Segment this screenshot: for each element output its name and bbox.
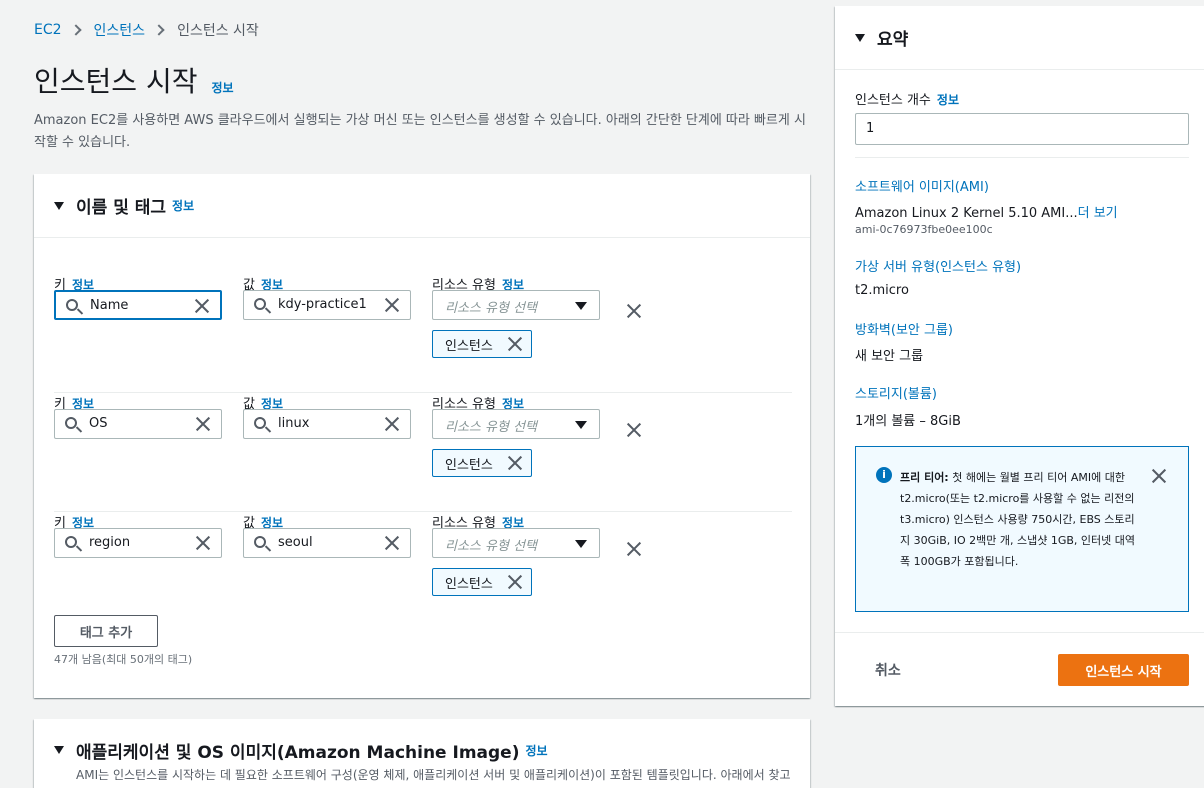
ami-description: AMI는 인스턴스를 시작하는 데 필요한 소프트웨어 구성(운영 체제, 애플… bbox=[76, 768, 791, 782]
page-info-link[interactable]: 정보 bbox=[211, 79, 233, 96]
page-title: 인스턴스 시작 bbox=[34, 65, 198, 98]
tag-key-input[interactable]: OS bbox=[54, 409, 222, 439]
instance-count-info-link[interactable]: 정보 bbox=[937, 93, 959, 107]
ami-more-link[interactable]: 더 보기 bbox=[1078, 206, 1118, 221]
token-remove-icon[interactable] bbox=[507, 455, 523, 471]
breadcrumb-ec2[interactable]: EC2 bbox=[34, 22, 62, 38]
name-and-tags-info-link[interactable]: 정보 bbox=[172, 197, 194, 214]
tag-row: 키 정보 region 값 정보 seoul 리소스 유형 정보 리소스 유형 선택 … bbox=[54, 512, 792, 631]
firewall-link[interactable]: 방화벽(보안 그룹) bbox=[855, 319, 953, 338]
ami-summary-link[interactable]: 소프트웨어 이미지(AMI) bbox=[855, 176, 989, 195]
caret-down-icon bbox=[575, 540, 587, 548]
token-label: 인스턴스 bbox=[445, 576, 493, 592]
summary-panel: 요약 인스턴스 개수 정보 1 소프트웨어 이미지(AMI) Amazon Lin… bbox=[835, 6, 1204, 706]
clear-icon[interactable] bbox=[384, 297, 400, 313]
instance-type-link[interactable]: 가상 서버 유형(인스턴스 유형) bbox=[855, 256, 1021, 275]
token-remove-icon[interactable] bbox=[507, 574, 523, 590]
launch-instance-button[interactable]: 인스턴스 시작 bbox=[1058, 654, 1189, 686]
cancel-button[interactable]: 취소 bbox=[875, 660, 901, 680]
clear-icon[interactable] bbox=[194, 298, 210, 314]
tag-value-value: kdy-practice1 bbox=[278, 297, 367, 312]
firewall-value: 새 보안 그룹 bbox=[855, 349, 924, 364]
breadcrumb: EC2 인스턴스 인스턴스 시작 bbox=[34, 20, 259, 40]
instance-type-value: t2.micro bbox=[855, 283, 909, 298]
clear-icon[interactable] bbox=[195, 416, 211, 432]
resource-type-select[interactable]: 리소스 유형 선택 bbox=[432, 290, 600, 320]
remove-tag-icon[interactable] bbox=[626, 422, 642, 438]
caret-down-icon[interactable] bbox=[54, 201, 64, 210]
page-header: 인스턴스 시작 정보 bbox=[34, 64, 234, 100]
add-tag-button[interactable]: 태그 추가 bbox=[54, 615, 158, 647]
tag-key-value: region bbox=[89, 535, 131, 550]
tag-value-value: linux bbox=[278, 416, 310, 431]
search-icon bbox=[65, 536, 77, 548]
ami-summary-value: Amazon Linux 2 Kernel 5.10 AMI...더 보기 bbox=[855, 206, 1118, 221]
info-icon: i bbox=[876, 467, 892, 483]
divider bbox=[835, 632, 1204, 633]
search-icon bbox=[254, 536, 266, 548]
breadcrumb-current: 인스턴스 시작 bbox=[177, 23, 259, 39]
ami-info-link[interactable]: 정보 bbox=[525, 742, 547, 759]
tag-key-value: Name bbox=[90, 298, 129, 313]
tags-remaining-hint: 47개 남음(최대 50개의 태그) bbox=[54, 653, 193, 666]
close-icon[interactable] bbox=[1151, 468, 1167, 484]
resource-type-token: 인스턴스 bbox=[432, 449, 532, 477]
search-icon bbox=[254, 298, 266, 310]
tag-value-value: seoul bbox=[278, 535, 313, 550]
token-label: 인스턴스 bbox=[445, 338, 493, 354]
resource-type-token: 인스턴스 bbox=[432, 330, 532, 358]
divider bbox=[855, 157, 1189, 158]
free-tier-alert: i 프리 티어: 첫 해에는 월별 프리 티어 AMI에 대한 t2.micro… bbox=[855, 446, 1189, 612]
token-label: 인스턴스 bbox=[445, 457, 493, 473]
summary-header[interactable]: 요약 bbox=[835, 6, 1204, 70]
resource-type-select[interactable]: 리소스 유형 선택 bbox=[432, 409, 600, 439]
name-and-tags-header[interactable]: 이름 및 태그 정보 bbox=[34, 174, 810, 238]
resource-type-placeholder: 리소스 유형 선택 bbox=[445, 420, 537, 435]
instance-count-input[interactable]: 1 bbox=[855, 113, 1189, 145]
tag-key-value: OS bbox=[89, 416, 108, 431]
search-icon bbox=[66, 299, 78, 311]
clear-icon[interactable] bbox=[384, 416, 400, 432]
free-tier-text: 프리 티어: 첫 해에는 월별 프리 티어 AMI에 대한 t2.micro(또… bbox=[900, 471, 1135, 568]
page-description: Amazon EC2를 사용하면 AWS 클라우드에서 실행되는 가상 머신 또… bbox=[34, 113, 806, 150]
tag-value-input[interactable]: linux bbox=[243, 409, 411, 439]
storage-value: 1개의 볼륨 – 8GiB bbox=[855, 414, 961, 429]
clear-icon[interactable] bbox=[384, 535, 400, 551]
name-and-tags-panel: 이름 및 태그 정보 키 정보 Name 값 정보 kdy-practice1 리소… bbox=[34, 174, 810, 698]
tag-value-input[interactable]: kdy-practice1 bbox=[243, 290, 411, 320]
storage-link[interactable]: 스토리지(볼륨) bbox=[855, 383, 937, 402]
tag-row: 키 정보 OS 값 정보 linux 리소스 유형 정보 리소스 유형 선택 인스턴스 bbox=[54, 393, 792, 512]
tag-key-input[interactable]: region bbox=[54, 528, 222, 558]
ami-title: 애플리케이션 및 OS 이미지(Amazon Machine Image) bbox=[76, 742, 520, 763]
tag-key-input[interactable]: Name bbox=[54, 290, 222, 320]
breadcrumb-instances[interactable]: 인스턴스 bbox=[94, 20, 146, 40]
caret-down-icon bbox=[575, 302, 587, 310]
resource-type-placeholder: 리소스 유형 선택 bbox=[445, 539, 537, 554]
ami-panel: 애플리케이션 및 OS 이미지(Amazon Machine Image) 정보… bbox=[34, 719, 810, 788]
search-icon bbox=[65, 417, 77, 429]
caret-down-icon[interactable] bbox=[855, 33, 865, 42]
resource-type-placeholder: 리소스 유형 선택 bbox=[445, 301, 537, 316]
remove-tag-icon[interactable] bbox=[626, 541, 642, 557]
token-remove-icon[interactable] bbox=[507, 336, 523, 352]
summary-title: 요약 bbox=[877, 30, 909, 50]
search-icon bbox=[254, 417, 266, 429]
tag-row: 키 정보 Name 값 정보 kdy-practice1 리소스 유형 정보 리소스 … bbox=[54, 274, 792, 393]
clear-icon[interactable] bbox=[195, 535, 211, 551]
instance-count-label: 인스턴스 개수 정보 bbox=[855, 93, 959, 108]
resource-type-token: 인스턴스 bbox=[432, 568, 532, 596]
caret-down-icon bbox=[575, 421, 587, 429]
caret-down-icon[interactable] bbox=[54, 746, 64, 754]
tag-value-input[interactable]: seoul bbox=[243, 528, 411, 558]
ami-id: ami-0c76973fbe0ee100c bbox=[855, 223, 993, 236]
remove-tag-icon[interactable] bbox=[626, 303, 642, 319]
resource-type-select[interactable]: 리소스 유형 선택 bbox=[432, 528, 600, 558]
name-and-tags-title: 이름 및 태그 bbox=[76, 198, 167, 218]
chevron-right-icon bbox=[69, 24, 82, 36]
chevron-right-icon bbox=[153, 24, 165, 36]
